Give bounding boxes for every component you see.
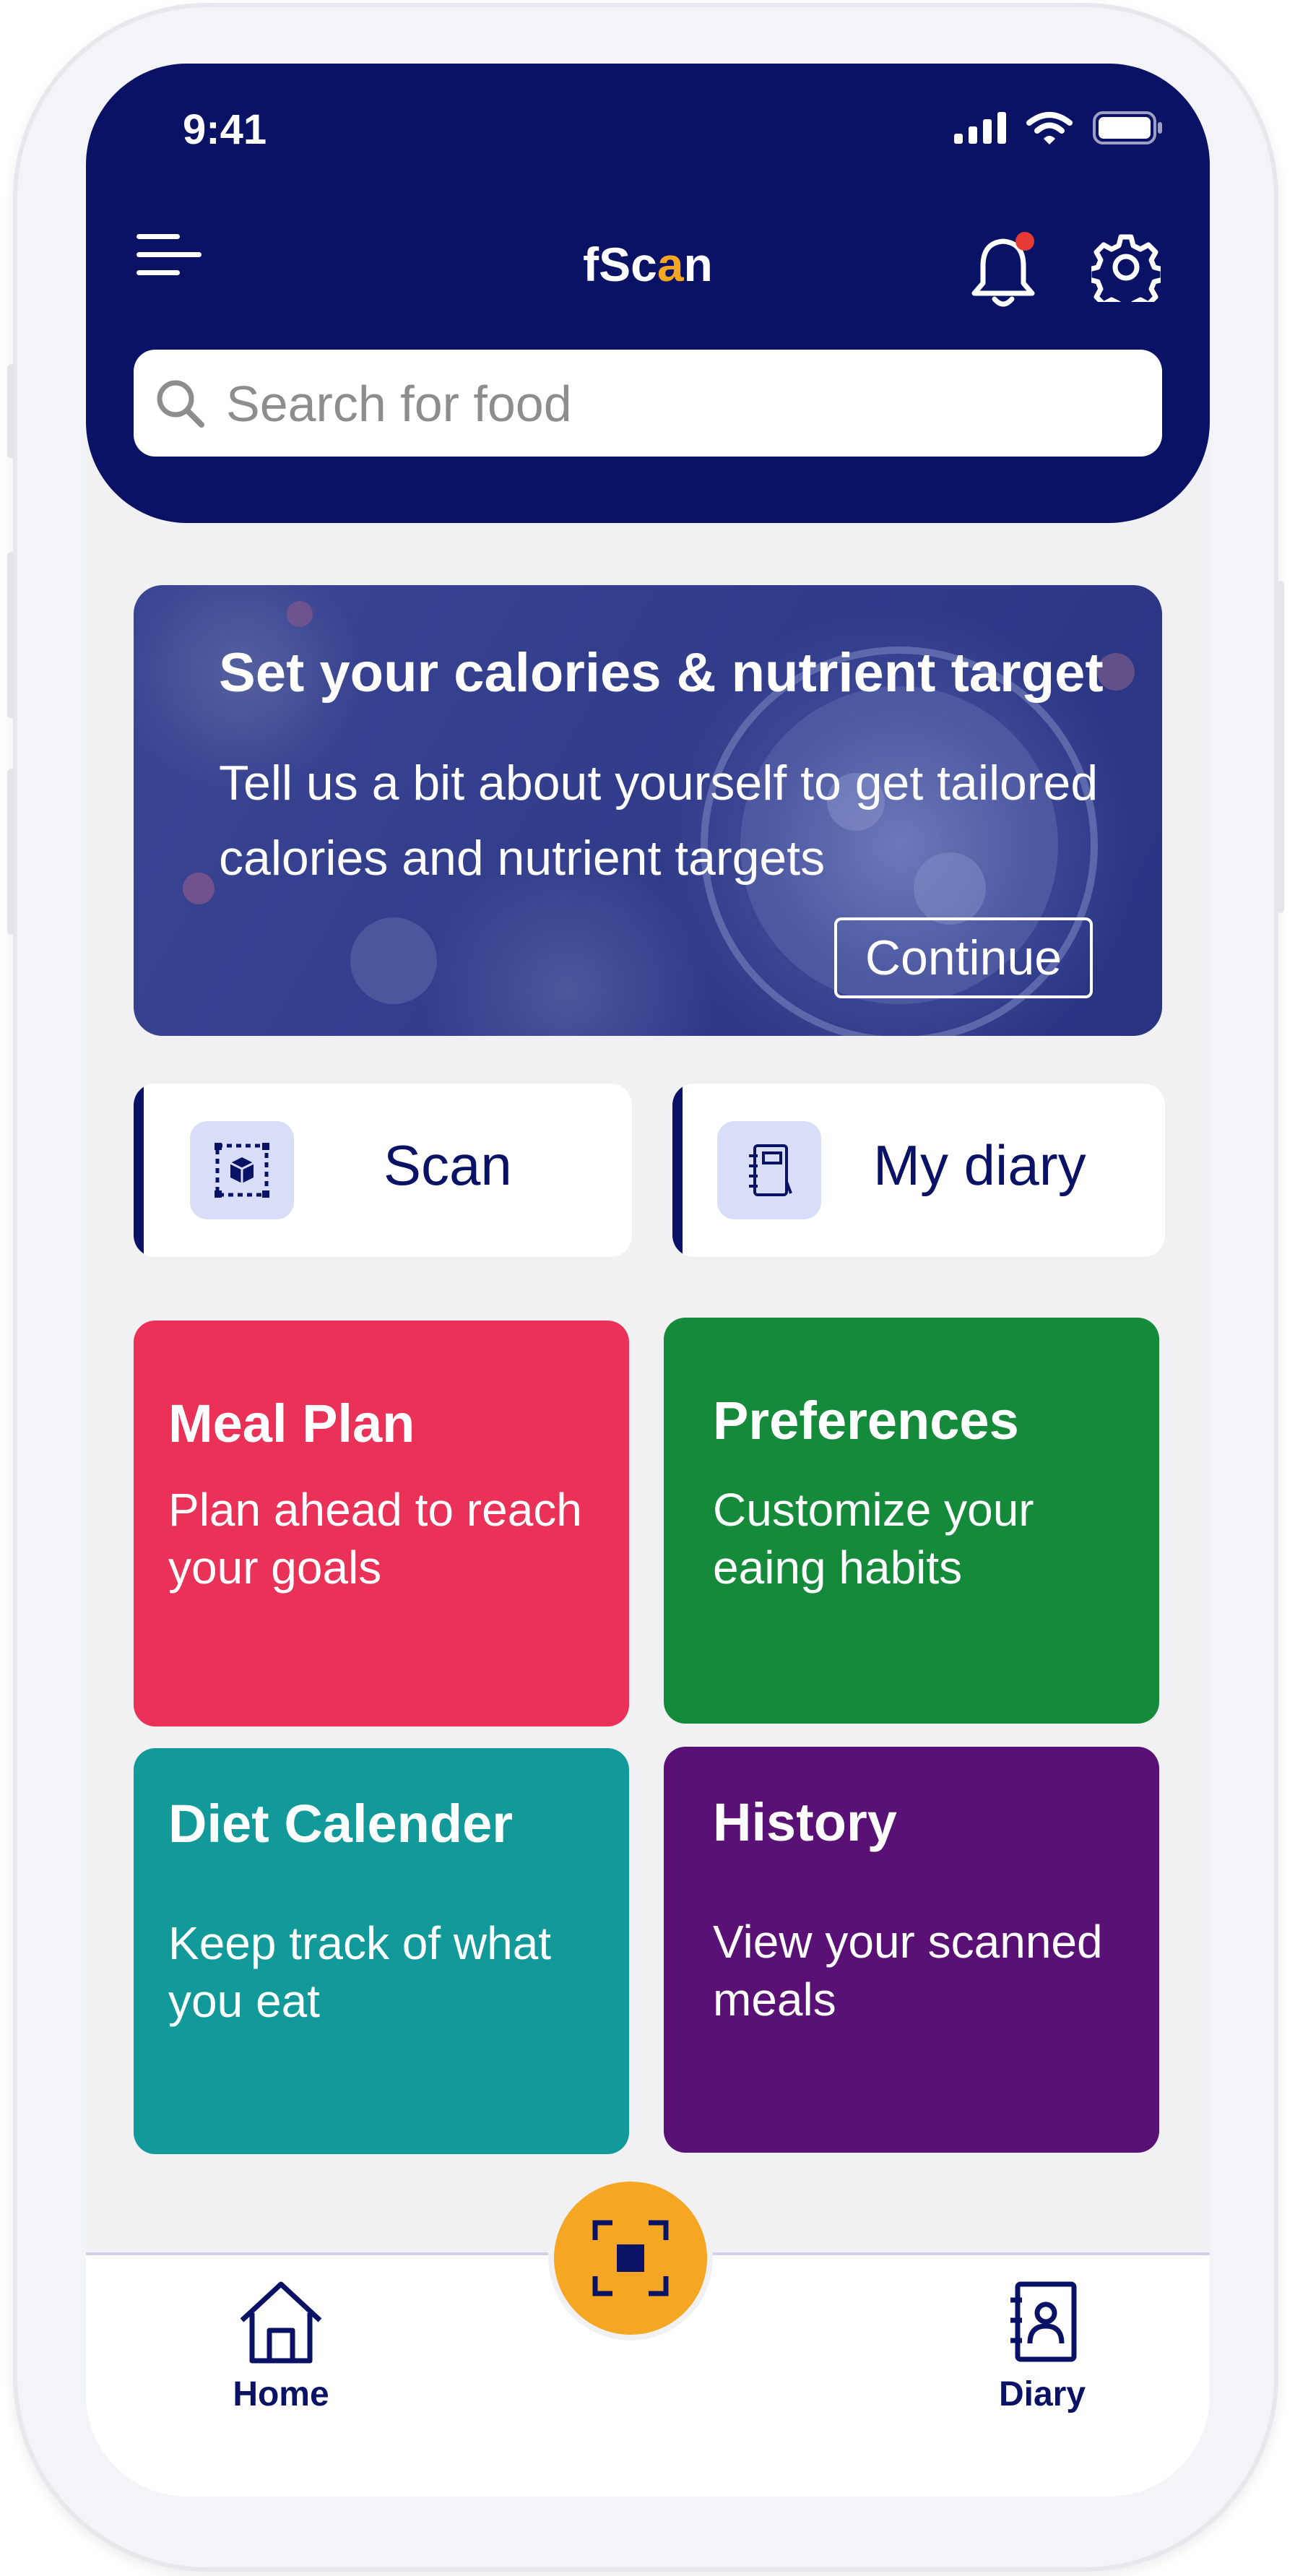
app-screen: 9:41 fScan Search for food Set your calo… — [86, 64, 1210, 2497]
search-icon — [157, 380, 204, 428]
history-tile[interactable]: History View your scanned meals — [664, 1747, 1159, 2153]
search-bar[interactable] — [134, 350, 1162, 457]
phone-side-button — [7, 364, 14, 458]
tile-title: History — [713, 1792, 897, 1852]
calorie-target-banner: Set your calories & nutrient target Tell… — [134, 585, 1162, 1036]
tile-subtitle: Plan ahead to reach your goals — [168, 1484, 582, 1594]
card-accent-bar — [134, 1084, 144, 1257]
phone-side-button — [1277, 581, 1284, 913]
app-header: 9:41 fScan — [86, 64, 1210, 523]
card-accent-bar — [672, 1084, 683, 1257]
settings-gear-icon[interactable] — [1091, 233, 1161, 302]
tile-title: Diet Calender — [168, 1794, 514, 1854]
wifi-icon — [1026, 112, 1073, 144]
notification-dot-icon — [1015, 232, 1034, 251]
search-input[interactable] — [225, 367, 1138, 441]
scan-action-card[interactable]: Scan — [134, 1084, 632, 1257]
preferences-tile[interactable]: Preferences Customize your eaing habits — [664, 1318, 1159, 1724]
my-diary-action-card[interactable]: My diary — [672, 1084, 1165, 1257]
banner-title: Set your calories & nutrient target — [219, 642, 1104, 704]
notification-bell-icon[interactable] — [969, 230, 1044, 309]
cellular-signal-icon — [954, 112, 1006, 144]
app-title-prefix: fSc — [583, 238, 657, 291]
app-title-suffix: n — [683, 238, 713, 291]
tile-title: Meal Plan — [168, 1393, 415, 1453]
scan-label: Scan — [384, 1133, 512, 1197]
scan-fab-button[interactable] — [554, 2182, 707, 2335]
tile-subtitle: View your scanned meals — [713, 1916, 1103, 2026]
meal-plan-tile[interactable]: Meal Plan Plan ahead to reach your goals — [134, 1321, 629, 1726]
tile-title: Preferences — [713, 1391, 1019, 1451]
scan-frame-icon — [592, 2220, 669, 2296]
nav-home[interactable]: Home — [194, 2277, 368, 2414]
notebook-icon — [717, 1121, 821, 1219]
diet-calender-tile[interactable]: Diet Calender Keep track of what you eat — [134, 1748, 629, 2154]
scan-cube-icon — [190, 1121, 294, 1219]
nav-home-label: Home — [233, 2375, 329, 2413]
banner-description: Tell us a bit about yourself to get tail… — [219, 756, 1099, 886]
status-icons — [954, 111, 1162, 144]
phone-side-button — [7, 769, 14, 935]
nav-diary-label: Diary — [998, 2375, 1086, 2413]
battery-icon — [1093, 111, 1162, 144]
nav-diary[interactable]: Diary — [956, 2277, 1129, 2414]
contact-book-icon — [1010, 2281, 1077, 2362]
tile-subtitle: Keep track of what you eat — [168, 1917, 552, 2027]
app-title-accent: a — [657, 238, 684, 291]
continue-button[interactable]: Continue — [834, 917, 1093, 998]
status-time: 9:41 — [183, 106, 267, 153]
home-icon — [240, 2281, 322, 2364]
phone-side-button — [7, 552, 14, 718]
my-diary-label: My diary — [873, 1133, 1086, 1197]
tile-subtitle: Customize your eaing habits — [713, 1484, 1034, 1594]
